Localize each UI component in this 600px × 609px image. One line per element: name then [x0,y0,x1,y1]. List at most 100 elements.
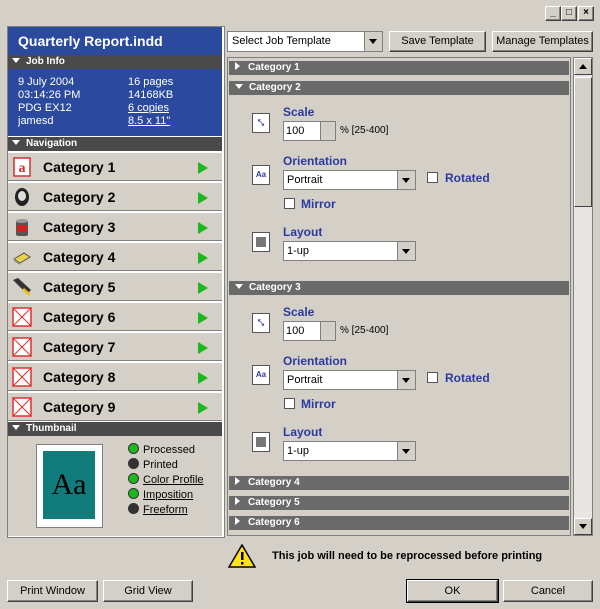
layout-select[interactable]: 1-up [283,241,416,261]
placeholder-x-icon [12,397,32,417]
maximize-button[interactable]: □ [561,6,577,21]
status-link[interactable]: Color Profile [143,474,204,486]
status-imposition[interactable]: Imposition [128,488,193,503]
print-window-button[interactable]: Print Window [7,580,98,602]
layout-label: Layout [283,225,323,239]
status-link[interactable]: Freeform [143,504,188,516]
mirror-checkbox[interactable] [284,398,295,409]
layout-icon [252,432,270,452]
nav-item-label: Category 7 [43,339,116,355]
layout-select[interactable]: 1-up [283,441,416,461]
chevron-down-icon[interactable] [364,32,382,51]
expand-icon [235,477,240,485]
layout-value: 1-up [287,245,310,257]
close-button[interactable]: × [578,6,594,21]
scale-label: Scale [283,105,315,119]
go-arrow-icon [198,222,208,234]
mirror-checkbox[interactable] [284,198,295,209]
expand-icon [235,517,240,525]
placeholder-x-icon [12,337,32,357]
nav-item-category-8[interactable]: Category 8 [8,362,222,391]
stepper-down-icon[interactable] [320,131,335,140]
stepper-down-icon[interactable] [320,331,335,340]
status-dot-icon [128,443,139,454]
job-info-panel: 9 July 2004 03:14:26 PM PDG EX12 jamesd … [8,69,222,136]
status-dot-icon [128,488,139,499]
grid-view-button[interactable]: Grid View [103,580,193,602]
nav-item-category-6[interactable]: Category 6 [8,302,222,331]
scale-range: % [25-400] [340,125,389,136]
status-freeform[interactable]: Freeform [128,503,188,518]
ok-button[interactable]: OK [406,579,499,603]
nav-item-category-5[interactable]: Category 5 [8,272,222,301]
category-header-label: Category 6 [248,517,300,528]
stepper-up-icon[interactable] [320,122,335,131]
nav-item-category-1[interactable]: a Category 1 [8,152,222,181]
go-arrow-icon [198,282,208,294]
chevron-down-icon[interactable] [397,442,415,460]
collapse-icon [12,58,20,63]
minimize-button[interactable]: _ [545,6,561,21]
category-1-header[interactable]: Category 1 [229,61,569,75]
nav-item-category-7[interactable]: Category 7 [8,332,222,361]
navigation-header-label: Navigation [26,138,78,149]
job-paper-link[interactable]: 8.5 x 11" [128,115,238,128]
status-color-profile[interactable]: Color Profile [128,473,204,488]
chevron-down-icon[interactable] [397,171,415,189]
save-template-button[interactable]: Save Template [389,31,486,52]
settings-panel [227,57,571,536]
orientation-select[interactable]: Portrait [283,170,416,190]
orientation-icon: Aa [252,365,270,385]
placeholder-x-icon [12,307,32,327]
rotated-checkbox[interactable] [427,372,438,383]
scroll-up-button[interactable] [574,58,592,75]
chevron-down-icon[interactable] [397,242,415,260]
collapse-icon [235,284,243,289]
category-header-label: Category 5 [248,497,300,508]
nav-item-label: Category 4 [43,249,116,265]
nav-item-category-2[interactable]: Category 2 [8,182,222,211]
layout-value: 1-up [287,445,310,457]
expand-icon [235,62,240,70]
category-3-header[interactable]: Category 3 [229,281,569,295]
scroll-thumb[interactable] [574,77,592,207]
nav-item-category-4[interactable]: Category 4 [8,242,222,271]
go-arrow-icon [198,192,208,204]
placeholder-x-icon [12,367,32,387]
paint-can-icon [12,217,32,237]
cancel-button[interactable]: Cancel [503,580,593,602]
title-bar [0,0,600,24]
nav-item-label: Category 5 [43,279,116,295]
category-2-header[interactable]: Category 2 [229,81,569,95]
rotated-checkbox[interactable] [427,172,438,183]
scale-stepper[interactable]: 100 [283,321,336,341]
chevron-down-icon[interactable] [397,371,415,389]
navigation-header[interactable]: Navigation [8,137,222,151]
nav-item-category-9[interactable]: Category 9 [8,392,222,421]
nav-item-label: Category 8 [43,369,116,385]
document-title: Quarterly Report.indd [8,27,222,55]
thumbnail-header[interactable]: Thumbnail [8,422,222,436]
category-6-header[interactable]: Category 6 [229,516,569,530]
rotated-label: Rotated [445,371,490,385]
scale-stepper[interactable]: 100 [283,121,336,141]
job-template-select[interactable]: Select Job Template [227,31,383,52]
status-link[interactable]: Imposition [143,489,193,501]
orientation-label: Orientation [283,154,348,168]
manage-templates-button[interactable]: Manage Templates [492,31,593,52]
stepper-up-icon[interactable] [320,322,335,331]
job-info-header[interactable]: Job Info [8,55,222,69]
nav-item-label: Category 6 [43,309,116,325]
job-copies-link[interactable]: 6 copies [128,102,238,115]
orientation-select[interactable]: Portrait [283,370,416,390]
scale-icon: ⤡ [252,313,270,333]
category-4-header[interactable]: Category 4 [229,476,569,490]
nav-item-label: Category 3 [43,219,116,235]
vertical-scrollbar[interactable] [573,57,593,536]
scroll-down-button[interactable] [574,518,592,535]
nav-item-category-3[interactable]: Category 3 [8,212,222,241]
rotated-label: Rotated [445,171,490,185]
job-date: 9 July 2004 [18,76,75,88]
orientation-value: Portrait [287,174,323,186]
category-5-header[interactable]: Category 5 [229,496,569,510]
